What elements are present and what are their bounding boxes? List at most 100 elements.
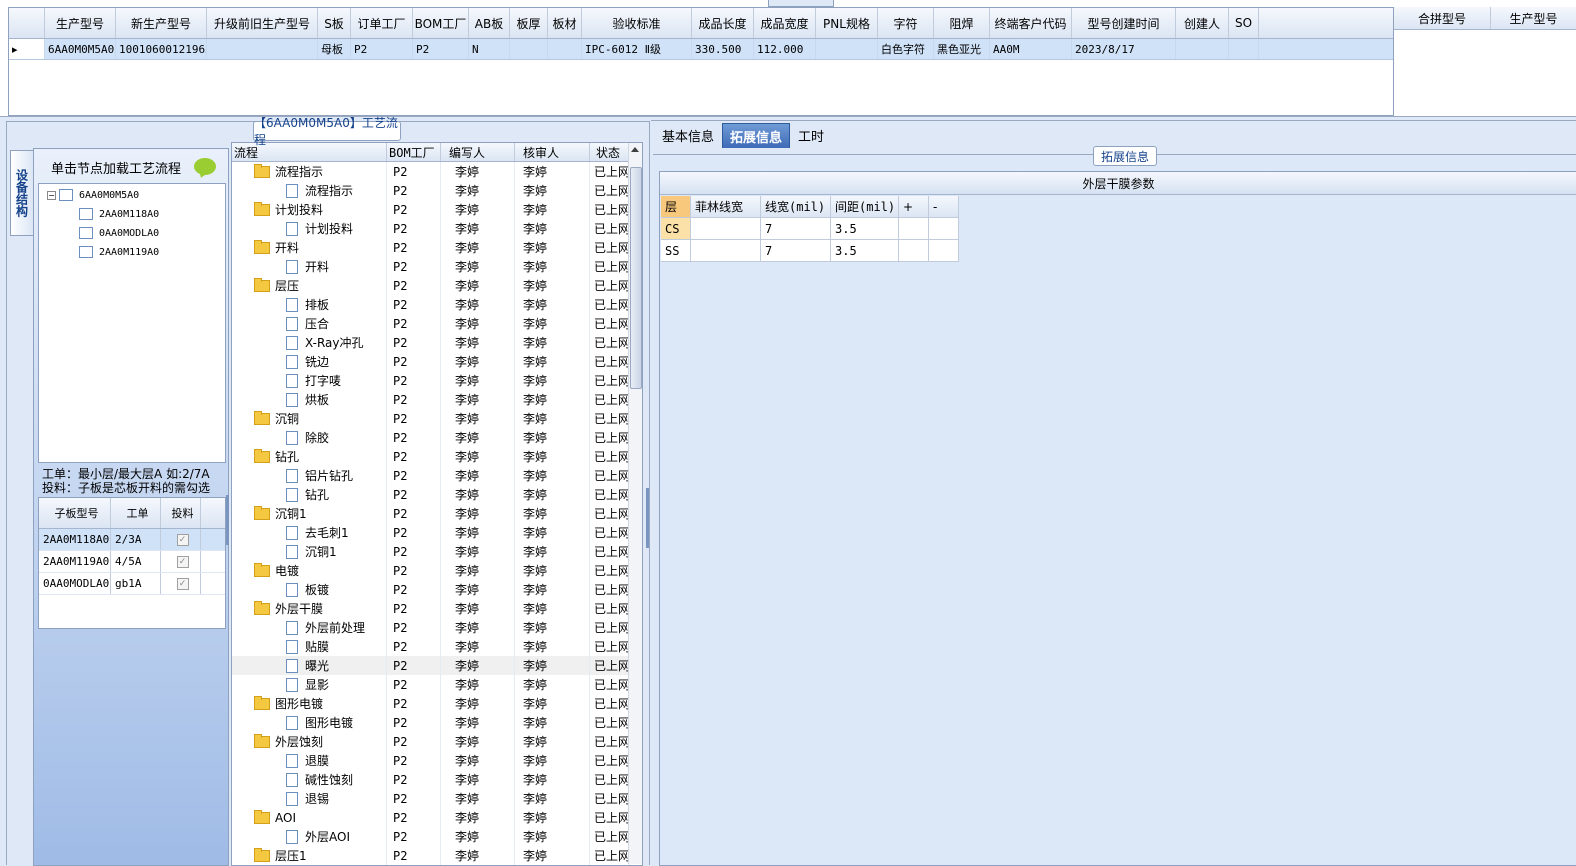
flow-row[interactable]: 层压 P2 李婷 李婷 已上网 <box>232 276 630 295</box>
bom-factory-cell[interactable]: P2 <box>387 352 441 371</box>
status-cell[interactable]: 已上网 <box>590 580 630 599</box>
writer-cell[interactable]: 李婷 <box>441 371 515 390</box>
writer-cell[interactable]: 李婷 <box>441 846 515 865</box>
writer-cell[interactable]: 李婷 <box>441 656 515 675</box>
flow-row[interactable]: 流程指示 P2 李婷 李婷 已上网 <box>232 181 630 200</box>
column-header[interactable]: PNL规格 <box>816 8 878 38</box>
reviewer-cell[interactable]: 李婷 <box>515 352 590 371</box>
param-cell[interactable] <box>929 218 959 240</box>
flow-step-cell[interactable]: 计划投料 <box>232 219 387 238</box>
status-cell[interactable]: 已上网 <box>590 542 630 561</box>
bom-factory-cell[interactable]: P2 <box>387 409 441 428</box>
flow-step-cell[interactable]: 开料 <box>232 238 387 257</box>
reviewer-cell[interactable]: 李婷 <box>515 181 590 200</box>
column-header[interactable]: 创建人 <box>1176 8 1229 38</box>
grid-cell[interactable]: P2 <box>413 39 469 59</box>
grid-cell[interactable]: 黑色亚光 <box>934 39 990 59</box>
flow-step-cell[interactable]: 沉铜1 <box>232 504 387 523</box>
grid-cell[interactable]: 白色字符 <box>878 39 934 59</box>
status-cell[interactable]: 已上网 <box>590 466 630 485</box>
left-splitter-handle[interactable] <box>226 495 229 545</box>
flow-step-cell[interactable]: 图形电镀 <box>232 694 387 713</box>
bom-factory-cell[interactable]: P2 <box>387 523 441 542</box>
status-cell[interactable]: 已上网 <box>590 162 630 181</box>
model-grid-row[interactable]: ▸ 6AA0M0M5A0 10010600121963 母板 P2 P2 N IPC-6012… <box>9 39 1393 60</box>
param-cell[interactable] <box>929 240 959 262</box>
grid-cell[interactable]: 10010600121963 <box>116 39 207 59</box>
status-cell[interactable]: 已上网 <box>590 352 630 371</box>
column-header[interactable]: 字符 <box>878 8 934 38</box>
reviewer-cell[interactable]: 李婷 <box>515 580 590 599</box>
flow-row[interactable]: 板镀 P2 李婷 李婷 已上网 <box>232 580 630 599</box>
flow-row[interactable]: 铣边 P2 李婷 李婷 已上网 <box>232 352 630 371</box>
column-header[interactable]: 订单工厂 <box>351 8 413 38</box>
writer-cell[interactable]: 李婷 <box>441 694 515 713</box>
writer-cell[interactable]: 李婷 <box>441 637 515 656</box>
column-header[interactable]: 核审人 <box>515 143 590 161</box>
flow-row[interactable]: 退膜 P2 李婷 李婷 已上网 <box>232 751 630 770</box>
flow-row[interactable]: 电镀 P2 李婷 李婷 已上网 <box>232 561 630 580</box>
reviewer-cell[interactable]: 李婷 <box>515 276 590 295</box>
reviewer-cell[interactable]: 李婷 <box>515 789 590 808</box>
status-cell[interactable]: 已上网 <box>590 390 630 409</box>
writer-cell[interactable]: 李婷 <box>441 238 515 257</box>
flow-step-cell[interactable]: 烘板 <box>232 390 387 409</box>
tab-extended-info[interactable]: 拓展信息 <box>722 123 790 148</box>
flow-step-cell[interactable]: 显影 <box>232 675 387 694</box>
status-cell[interactable]: 已上网 <box>590 181 630 200</box>
column-header[interactable]: SO <box>1229 8 1259 38</box>
writer-cell[interactable]: 李婷 <box>441 485 515 504</box>
flow-row[interactable]: 外层AOI P2 李婷 李婷 已上网 <box>232 827 630 846</box>
reviewer-cell[interactable]: 李婷 <box>515 827 590 846</box>
grid-cell[interactable]: P2 <box>351 39 413 59</box>
collapse-icon[interactable]: − <box>47 190 56 200</box>
bom-factory-cell[interactable]: P2 <box>387 390 441 409</box>
reviewer-cell[interactable]: 李婷 <box>515 656 590 675</box>
writer-cell[interactable]: 李婷 <box>441 523 515 542</box>
column-header[interactable]: 阻焊 <box>934 8 990 38</box>
writer-cell[interactable]: 李婷 <box>441 751 515 770</box>
bom-factory-cell[interactable]: P2 <box>387 713 441 732</box>
status-cell[interactable]: 已上网 <box>590 656 630 675</box>
flow-step-cell[interactable]: 开料 <box>232 257 387 276</box>
writer-cell[interactable]: 李婷 <box>441 789 515 808</box>
bom-factory-cell[interactable]: P2 <box>387 751 441 770</box>
writer-cell[interactable]: 李婷 <box>441 561 515 580</box>
grid-cell[interactable] <box>548 39 582 59</box>
flow-step-cell[interactable]: 除胶 <box>232 428 387 447</box>
status-cell[interactable]: 已上网 <box>590 219 630 238</box>
column-header[interactable]: 板厚 <box>510 8 548 38</box>
param-cell[interactable] <box>691 218 761 240</box>
flow-step-cell[interactable]: 曝光 <box>232 656 387 675</box>
sub-board-model[interactable]: 2AA0M118A0 <box>39 529 111 550</box>
status-cell[interactable]: 已上网 <box>590 371 630 390</box>
status-cell[interactable]: 已上网 <box>590 409 630 428</box>
tree-child-node[interactable]: 2AA0M118A0 <box>79 206 159 222</box>
column-header[interactable]: 新生产型号 <box>116 8 207 38</box>
reviewer-cell[interactable]: 李婷 <box>515 238 590 257</box>
status-cell[interactable]: 已上网 <box>590 428 630 447</box>
middle-splitter-handle[interactable] <box>646 488 649 548</box>
grid-cell[interactable]: 2023/8/17 <box>1072 39 1176 59</box>
column-header[interactable]: 终端客户代码 <box>990 8 1072 38</box>
column-header[interactable]: S板 <box>318 8 351 38</box>
reviewer-cell[interactable]: 李婷 <box>515 447 590 466</box>
flow-step-cell[interactable]: 贴膜 <box>232 637 387 656</box>
status-cell[interactable]: 已上网 <box>590 276 630 295</box>
bom-factory-cell[interactable]: P2 <box>387 200 441 219</box>
grid-cell[interactable]: IPC-6012 Ⅱ级 <box>582 39 692 59</box>
grid-cell[interactable] <box>1229 39 1259 59</box>
bom-factory-cell[interactable]: P2 <box>387 485 441 504</box>
writer-cell[interactable]: 李婷 <box>441 542 515 561</box>
writer-cell[interactable]: 李婷 <box>441 675 515 694</box>
param-cell[interactable] <box>899 218 929 240</box>
status-cell[interactable]: 已上网 <box>590 238 630 257</box>
column-header[interactable]: 成品长度 <box>692 8 754 38</box>
writer-cell[interactable]: 李婷 <box>441 409 515 428</box>
param-cell[interactable]: 3.5 <box>831 218 899 240</box>
status-cell[interactable]: 已上网 <box>590 675 630 694</box>
flow-step-cell[interactable]: 外层蚀刻 <box>232 732 387 751</box>
reviewer-cell[interactable]: 李婷 <box>515 732 590 751</box>
flow-step-cell[interactable]: 打字唛 <box>232 371 387 390</box>
writer-cell[interactable]: 李婷 <box>441 827 515 846</box>
